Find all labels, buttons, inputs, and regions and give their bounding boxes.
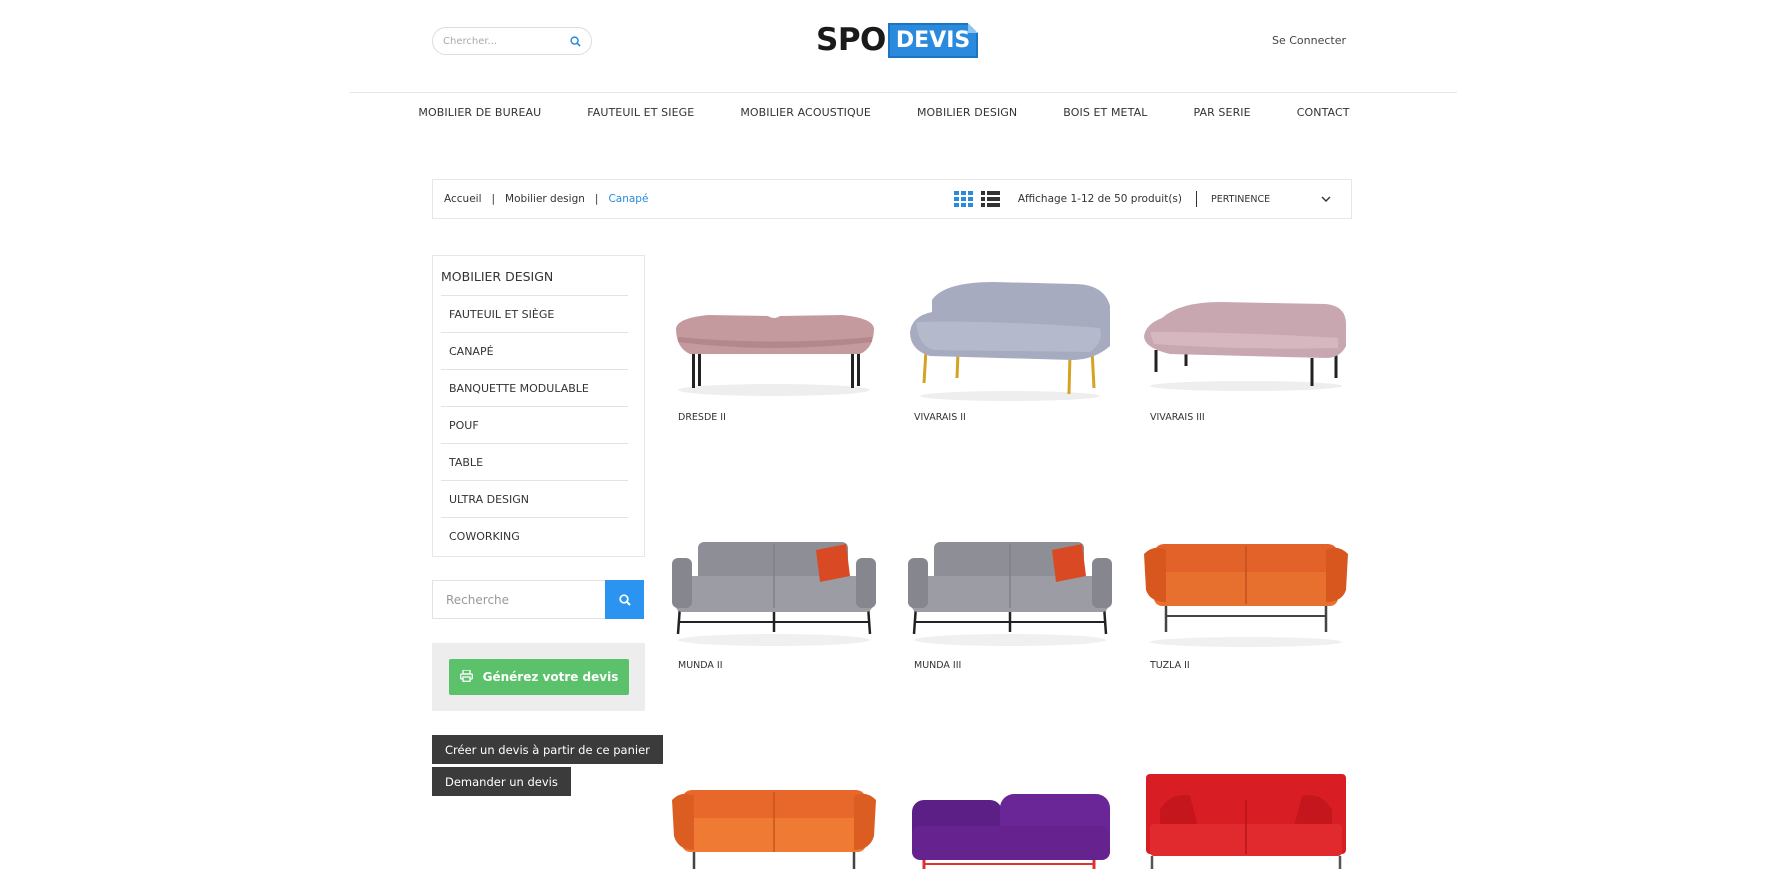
- product-image[interactable]: [668, 262, 880, 412]
- product-name[interactable]: MUNDA III: [914, 660, 1116, 671]
- product-sofa-shape: [676, 315, 874, 354]
- category-item-ultra-design[interactable]: ULTRA DESIGN: [441, 480, 628, 517]
- create-quote-button[interactable]: Créer un devis à partir de ce panier: [432, 735, 663, 764]
- nav-item-par-serie[interactable]: PAR SERIE: [1170, 106, 1273, 119]
- breadcrumb-current: Canapé: [608, 193, 649, 205]
- product-card[interactable]: [1140, 766, 1352, 869]
- listing-toolbar: Accueil | Mobilier design | Canapé Affic…: [432, 179, 1352, 219]
- breadcrumb: Accueil | Mobilier design | Canapé: [433, 193, 648, 205]
- logo-text-devis: DEVIS: [887, 22, 979, 58]
- product-card[interactable]: DRESDE II: [668, 262, 880, 423]
- product-card[interactable]: MUNDA II: [668, 510, 880, 671]
- category-item-fauteuil-et-siege[interactable]: FAUTEUIL ET SIÈGE: [441, 295, 628, 332]
- product-name[interactable]: TUZLA II: [1150, 660, 1352, 671]
- product-image[interactable]: [904, 262, 1116, 412]
- product-image[interactable]: [668, 510, 880, 660]
- product-card[interactable]: [904, 766, 1116, 869]
- product-card[interactable]: [668, 766, 880, 869]
- generate-devis-button[interactable]: Générez votre devis: [449, 659, 629, 695]
- breadcrumb-separator: |: [594, 193, 599, 205]
- sidebar-search-input[interactable]: [432, 580, 605, 619]
- nav-item-mobilier-acoustique[interactable]: MOBILIER ACOUSTIQUE: [717, 106, 894, 119]
- product-name[interactable]: MUNDA II: [678, 660, 880, 671]
- category-item-table[interactable]: TABLE: [441, 443, 628, 480]
- product-image[interactable]: [904, 510, 1116, 660]
- product-sofa-shape: [1144, 302, 1346, 358]
- search-icon: [618, 593, 631, 606]
- search-icon[interactable]: [561, 28, 589, 54]
- sort-value: PERTINENCE: [1211, 193, 1271, 205]
- toolbar-divider: [1196, 191, 1197, 207]
- nav-item-bois-et-metal[interactable]: BOIS ET METAL: [1040, 106, 1170, 119]
- chevron-down-icon: [1321, 194, 1331, 205]
- generate-devis-label: Générez votre devis: [482, 670, 619, 684]
- product-image[interactable]: [1140, 510, 1352, 660]
- request-quote-button[interactable]: Demander un devis: [432, 767, 571, 796]
- product-name[interactable]: DRESDE II: [678, 412, 880, 423]
- printer-icon: [459, 668, 473, 685]
- category-item-canape[interactable]: CANAPÉ: [441, 332, 628, 369]
- list-view-icon[interactable]: [980, 191, 1000, 207]
- product-image[interactable]: [1140, 766, 1352, 869]
- product-name[interactable]: VIVARAIS III: [1150, 412, 1352, 423]
- sort-select[interactable]: PERTINENCE: [1211, 194, 1351, 205]
- main-nav: MOBILIER DE BUREAU FAUTEUIL ET SIEGE MOB…: [0, 106, 1768, 119]
- category-panel: MOBILIER DESIGN FAUTEUIL ET SIÈGE CANAPÉ…: [432, 255, 645, 557]
- breadcrumb-separator: |: [491, 193, 496, 205]
- logo[interactable]: SPO DEVIS: [816, 22, 979, 58]
- product-name[interactable]: VIVARAIS II: [914, 412, 1116, 423]
- devis-panel: Générez votre devis: [432, 643, 645, 711]
- product-card[interactable]: VIVARAIS III: [1140, 262, 1352, 423]
- nav-item-fauteuil-et-siege[interactable]: FAUTEUIL ET SIEGE: [564, 106, 717, 119]
- logo-text-spo: SPO: [816, 22, 886, 58]
- header-search-input[interactable]: [433, 35, 561, 47]
- category-item-pouf[interactable]: POUF: [441, 406, 628, 443]
- product-image[interactable]: [904, 766, 1116, 869]
- sidebar-search: [432, 580, 644, 619]
- login-link[interactable]: Se Connecter: [1272, 34, 1346, 47]
- grid-view-icon[interactable]: [953, 191, 973, 207]
- nav-item-contact[interactable]: CONTACT: [1274, 106, 1373, 119]
- category-item-banquette-modulable[interactable]: BANQUETTE MODULABLE: [441, 369, 628, 406]
- header-search[interactable]: [432, 27, 592, 55]
- product-image[interactable]: [668, 766, 880, 869]
- breadcrumb-home[interactable]: Accueil: [444, 193, 482, 205]
- nav-item-mobilier-design[interactable]: MOBILIER DESIGN: [894, 106, 1040, 119]
- category-item-coworking[interactable]: COWORKING: [441, 517, 628, 554]
- product-card[interactable]: MUNDA III: [904, 510, 1116, 671]
- breadcrumb-mobilier-design[interactable]: Mobilier design: [505, 193, 585, 205]
- category-title[interactable]: MOBILIER DESIGN: [433, 256, 644, 295]
- nav-item-mobilier-de-bureau[interactable]: MOBILIER DE BUREAU: [395, 106, 564, 119]
- header-divider: [350, 92, 1457, 93]
- product-count: Affichage 1-12 de 50 produit(s): [1017, 193, 1182, 205]
- sidebar-search-button[interactable]: [605, 580, 644, 619]
- product-card[interactable]: TUZLA II: [1140, 510, 1352, 671]
- product-card[interactable]: VIVARAIS II: [904, 262, 1116, 423]
- product-image[interactable]: [1140, 262, 1352, 412]
